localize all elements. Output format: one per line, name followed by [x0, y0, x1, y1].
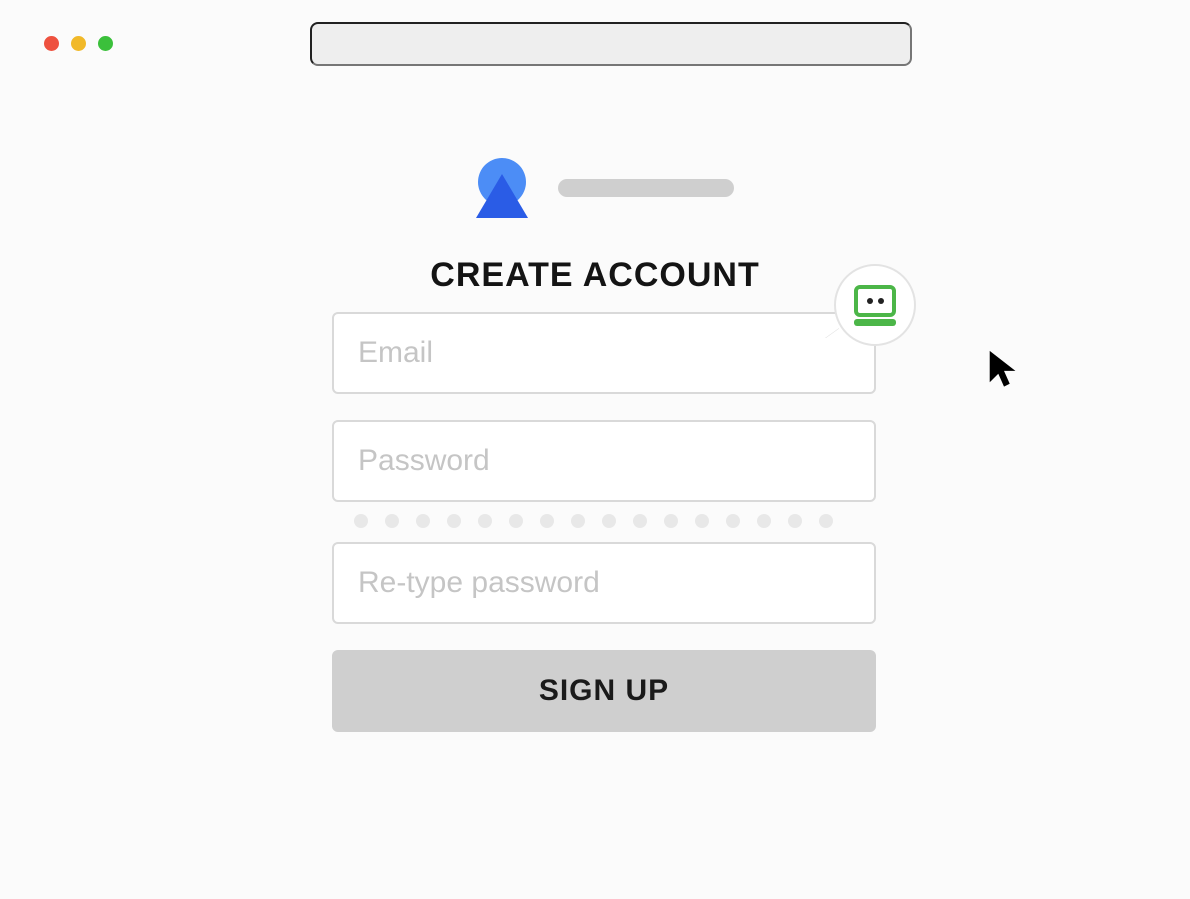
signup-button[interactable]: SIGN UP [332, 650, 876, 732]
retype-password-field[interactable] [332, 542, 876, 624]
roboform-icon [854, 285, 896, 326]
autofill-popover[interactable] [834, 264, 916, 346]
email-field[interactable] [332, 312, 876, 394]
logo-text-placeholder [558, 179, 734, 197]
logo-mark-icon [476, 158, 528, 218]
maximize-button[interactable] [98, 36, 113, 51]
cursor-icon [986, 348, 1022, 388]
address-bar[interactable] [310, 22, 912, 66]
window-controls [44, 36, 113, 51]
signup-form: SIGN UP [332, 312, 876, 732]
page-title: CREATE ACCOUNT [0, 256, 1190, 295]
password-strength-meter [354, 514, 876, 528]
minimize-button[interactable] [71, 36, 86, 51]
password-field[interactable] [332, 420, 876, 502]
site-logo [476, 158, 734, 218]
close-button[interactable] [44, 36, 59, 51]
